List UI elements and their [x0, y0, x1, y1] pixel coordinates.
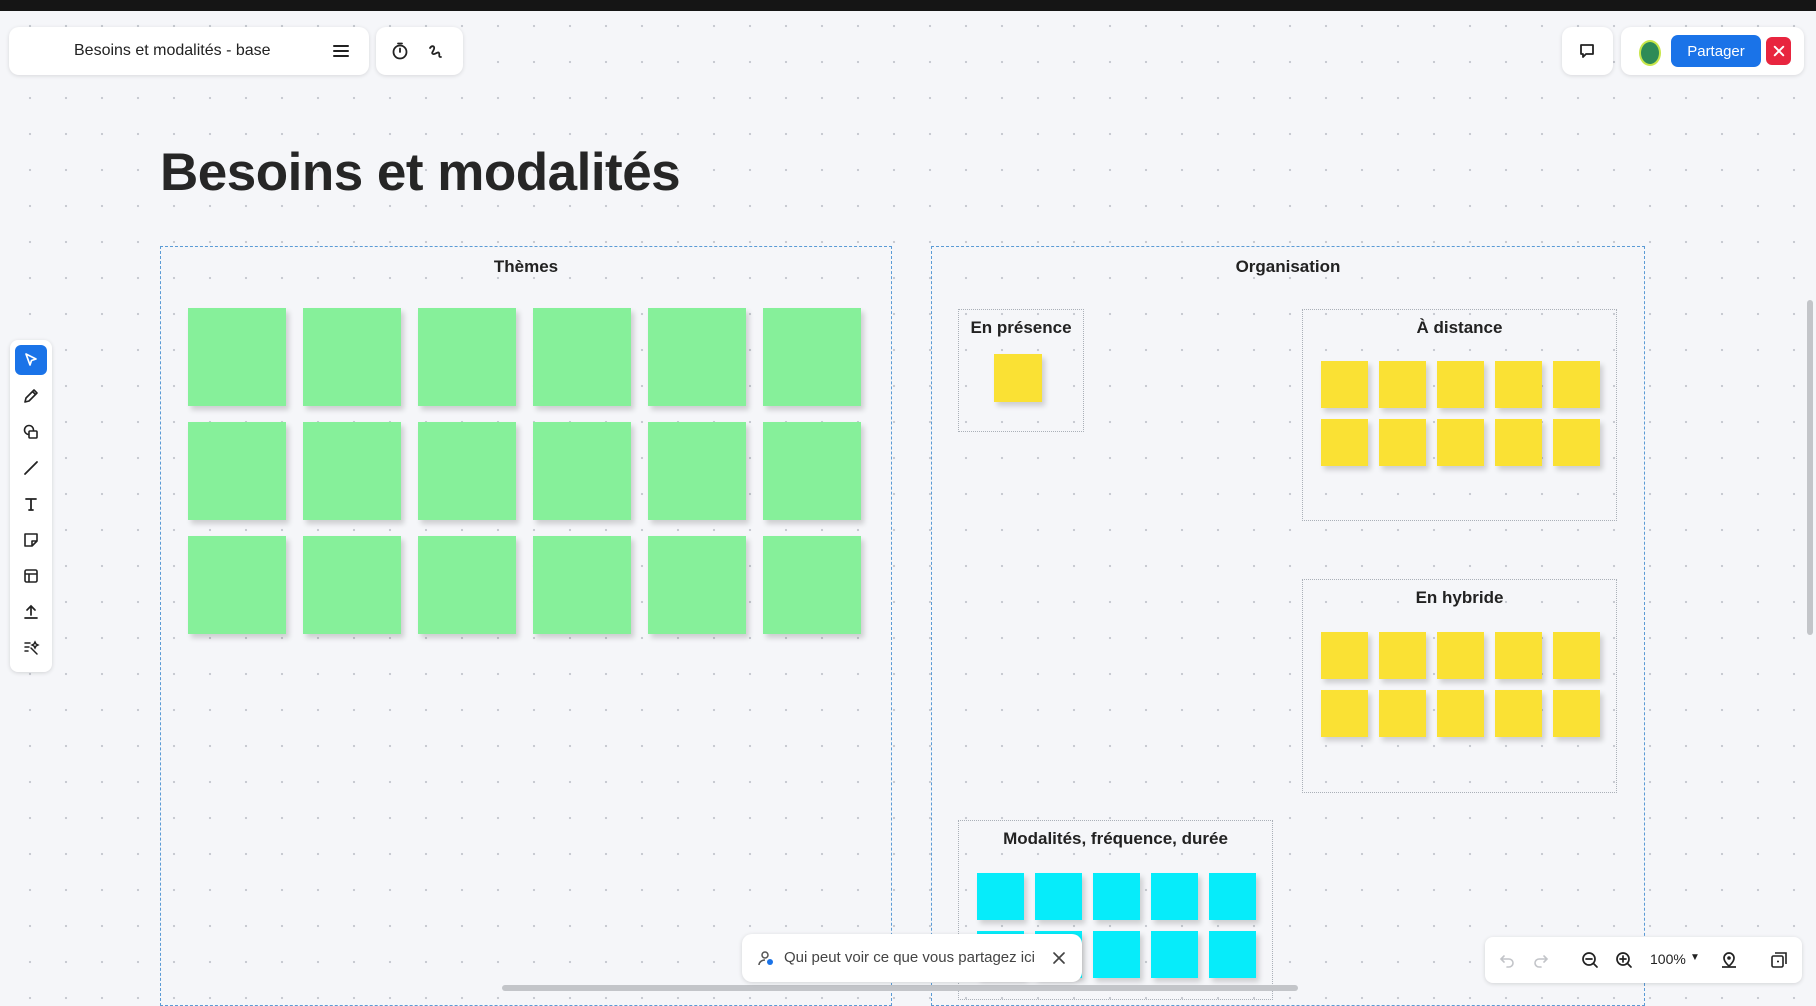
horizontal-scrollbar[interactable] — [502, 985, 1298, 991]
sticky-note[interactable] — [1379, 361, 1426, 408]
board-title-panel: Besoins et modalités - base — [9, 27, 369, 75]
organisation-frame-label: Organisation — [1235, 257, 1341, 276]
share-visibility-toast: Qui peut voir ce que vous partagez ici — [742, 934, 1082, 982]
sticky-note[interactable] — [1437, 690, 1484, 737]
reactions-icon[interactable] — [422, 37, 450, 65]
sticky-note[interactable] — [303, 422, 401, 520]
sticky-note[interactable] — [1437, 361, 1484, 408]
modalites-label: Modalités, fréquence, durée — [1003, 829, 1228, 848]
sticky-note[interactable] — [1379, 419, 1426, 466]
vertical-scrollbar[interactable] — [1807, 300, 1813, 635]
sticky-note[interactable] — [1495, 419, 1542, 466]
sticky-note[interactable] — [303, 308, 401, 406]
canvas-title[interactable]: Besoins et modalités — [160, 142, 681, 203]
sticky-note[interactable] — [977, 873, 1024, 920]
user-avatar[interactable] — [1639, 40, 1661, 66]
close-icon — [1773, 45, 1784, 57]
shapes-tool-icon[interactable] — [15, 417, 47, 447]
zoom-in-icon[interactable] — [1610, 946, 1638, 974]
select-tool-icon[interactable] — [15, 345, 47, 375]
sticky-note[interactable] — [418, 536, 516, 634]
chevron-down-icon: ▼ — [1690, 952, 1700, 963]
board-title[interactable]: Besoins et modalités - base — [74, 42, 271, 60]
upload-tool-icon[interactable] — [15, 597, 47, 627]
template-tool-icon[interactable] — [15, 561, 47, 591]
sticky-note[interactable] — [1379, 690, 1426, 737]
sticky-note[interactable] — [188, 536, 286, 634]
ai-tool-icon[interactable] — [15, 633, 47, 663]
sticky-note[interactable] — [763, 536, 861, 634]
toast-close-icon[interactable] — [1045, 944, 1073, 972]
sticky-note[interactable] — [1553, 361, 1600, 408]
sticky-note[interactable] — [1321, 690, 1368, 737]
zoom-level-dropdown[interactable]: 100% — [1650, 951, 1686, 967]
window-top-strip — [0, 0, 1816, 11]
sticky-note[interactable] — [1495, 690, 1542, 737]
sticky-note[interactable] — [1321, 419, 1368, 466]
a-distance-label: À distance — [1416, 318, 1503, 337]
en-hybride-label: En hybride — [1415, 588, 1504, 607]
sticky-note[interactable] — [533, 308, 631, 406]
comment-icon[interactable] — [1573, 37, 1601, 65]
line-tool-icon[interactable] — [15, 453, 47, 483]
menu-icon[interactable] — [327, 37, 355, 65]
themes-frame-label: Thèmes — [493, 257, 559, 276]
sticky-note[interactable] — [1379, 632, 1426, 679]
close-board-button[interactable] — [1766, 37, 1791, 65]
timer-icon[interactable] — [386, 37, 414, 65]
sticky-note[interactable] — [1553, 419, 1600, 466]
en-hybride-frame[interactable]: En hybride — [1302, 579, 1617, 793]
sticky-note[interactable] — [1093, 931, 1140, 978]
sticky-note[interactable] — [1437, 419, 1484, 466]
map-pin-icon[interactable] — [1715, 946, 1743, 974]
sticky-note[interactable] — [188, 422, 286, 520]
sticky-note[interactable] — [418, 422, 516, 520]
sticky-note[interactable] — [418, 308, 516, 406]
left-toolbar — [10, 340, 52, 672]
sticky-note[interactable] — [648, 308, 746, 406]
sticky-note[interactable] — [1209, 931, 1256, 978]
sticky-note[interactable] — [1321, 632, 1368, 679]
sticky-note[interactable] — [533, 422, 631, 520]
sticky-note[interactable] — [1437, 632, 1484, 679]
sticky-note[interactable] — [1035, 873, 1082, 920]
sticky-note[interactable] — [1321, 361, 1368, 408]
user-visibility-icon — [758, 951, 773, 966]
sticky-note[interactable] — [303, 536, 401, 634]
sticky-note[interactable] — [1495, 632, 1542, 679]
sticky-note[interactable] — [1209, 873, 1256, 920]
zoom-out-icon[interactable] — [1576, 946, 1604, 974]
sticky-note[interactable] — [648, 536, 746, 634]
sticky-note[interactable] — [1553, 690, 1600, 737]
redo-icon[interactable] — [1527, 946, 1555, 974]
sticky-note[interactable] — [1553, 632, 1600, 679]
en-presence-label: En présence — [970, 318, 1072, 337]
comments-panel — [1562, 27, 1613, 75]
share-button[interactable]: Partager — [1671, 35, 1761, 67]
sticky-note[interactable] — [1151, 873, 1198, 920]
sticky-note[interactable] — [994, 354, 1042, 402]
sticky-note[interactable] — [763, 422, 861, 520]
sticky-note[interactable] — [648, 422, 746, 520]
timer-panel — [376, 27, 463, 75]
text-tool-icon[interactable] — [15, 489, 47, 519]
sticky-note[interactable] — [1093, 873, 1140, 920]
a-distance-frame[interactable]: À distance — [1302, 309, 1617, 521]
sticky-note-tool-icon[interactable] — [15, 525, 47, 555]
sticky-note[interactable] — [1495, 361, 1542, 408]
zoom-panel: 100% ▼ — [1485, 937, 1802, 983]
sticky-note[interactable] — [1151, 931, 1198, 978]
pages-icon[interactable] — [1765, 946, 1793, 974]
pen-tool-icon[interactable] — [15, 381, 47, 411]
toast-text: Qui peut voir ce que vous partagez ici — [784, 949, 1035, 966]
sticky-note[interactable] — [763, 308, 861, 406]
undo-icon[interactable] — [1493, 946, 1521, 974]
sticky-note[interactable] — [188, 308, 286, 406]
sticky-note[interactable] — [533, 536, 631, 634]
